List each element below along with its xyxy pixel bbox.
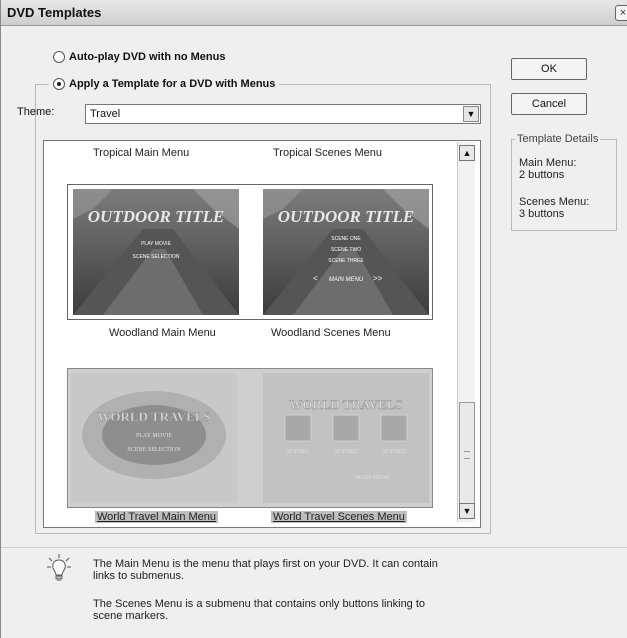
scroll-down-icon[interactable]: ▼	[459, 503, 475, 519]
template-label-woodland-scenes[interactable]: Woodland Scenes Menu	[271, 327, 391, 339]
thumb-title: OUTDOOR TITLE	[88, 207, 224, 226]
thumb-button: SCENE1	[287, 449, 309, 455]
main-menu-label: Main Menu:	[519, 157, 577, 169]
radio-auto-play[interactable]: Auto-play DVD with no Menus	[53, 49, 225, 65]
cancel-button[interactable]: Cancel	[511, 93, 587, 115]
template-label-tropical-scenes[interactable]: Tropical Scenes Menu	[273, 147, 382, 159]
radio-label-auto-play: Auto-play DVD with no Menus	[69, 51, 226, 63]
template-details-legend: Template Details	[515, 133, 601, 145]
thumb-button: PLAY MOVIE	[136, 433, 172, 439]
thumb-nav: MAIN MENU	[329, 277, 364, 283]
world-travel-scenes-thumbnail[interactable]: WORLD TRAVELS SCENE1 SCENE2 SCENE3 MAIN …	[263, 373, 429, 503]
theme-dropdown[interactable]: Travel ▼	[85, 104, 481, 124]
divider	[1, 547, 627, 548]
template-label-woodland-main[interactable]: Woodland Main Menu	[109, 327, 216, 339]
thumb-button: SCENE ONE	[331, 236, 361, 242]
radio-label-apply-template: Apply a Template for a DVD with Menus	[69, 78, 276, 90]
scenes-menu-label: Scenes Menu:	[519, 196, 590, 208]
dropdown-arrow-icon[interactable]: ▼	[463, 106, 479, 122]
main-menu-value: 2 buttons	[519, 169, 565, 181]
scenes-menu-value: 3 buttons	[519, 208, 565, 220]
template-label-tropical-main[interactable]: Tropical Main Menu	[93, 147, 189, 159]
window-title: DVD Templates	[7, 5, 102, 20]
chevron-left-icon: <	[313, 274, 318, 283]
thumb-button: SCENE THREE	[328, 258, 364, 264]
theme-value: Travel	[90, 108, 121, 120]
radio-button-selected[interactable]	[53, 78, 65, 90]
thumb-button: PLAY MOVIE	[141, 241, 171, 247]
thumb-button: SCENE TWO	[331, 247, 361, 253]
thumb-button: SCENE SELECTION	[127, 447, 181, 453]
ok-button[interactable]: OK	[511, 58, 587, 80]
scroll-thumb[interactable]	[459, 402, 475, 508]
radio-button[interactable]	[53, 51, 65, 63]
radio-apply-template[interactable]: Apply a Template for a DVD with Menus	[49, 76, 280, 92]
world-travel-main-thumbnail[interactable]: WORLD TRAVELS PLAY MOVIE SCENE SELECTION	[71, 373, 237, 503]
woodland-scenes-thumbnail[interactable]: OUTDOOR TITLE SCENE ONE SCENE TWO SCENE …	[263, 189, 429, 315]
thumb-button: SCENE2	[335, 449, 357, 455]
thumb-button: SCENE3	[383, 449, 405, 455]
theme-label: Theme:	[17, 106, 55, 118]
thumb-title: WORLD TRAVELS	[97, 409, 210, 424]
hint-line: links to submenus.	[93, 570, 185, 582]
chevron-right-icon: >>	[373, 274, 383, 283]
thumb-title: OUTDOOR TITLE	[278, 207, 414, 226]
hint-line: The Main Menu is the menu that plays fir…	[93, 558, 438, 570]
thumb-nav: MAIN MENU	[355, 475, 391, 481]
list-scrollbar[interactable]: ▲ ▼	[457, 142, 475, 522]
title-bar: DVD Templates ×	[1, 0, 627, 26]
woodland-main-thumbnail[interactable]: OUTDOOR TITLE PLAY MOVIE SCENE SELECTION	[73, 189, 239, 315]
lightbulb-icon	[47, 554, 71, 581]
template-label-world-travel-main[interactable]: World Travel Main Menu	[95, 511, 219, 523]
hint-line: The Scenes Menu is a submenu that contai…	[93, 598, 426, 610]
template-label-world-travel-scenes[interactable]: World Travel Scenes Menu	[271, 511, 407, 523]
hint-line: scene markers.	[93, 610, 169, 622]
scroll-up-icon[interactable]: ▲	[459, 145, 475, 161]
close-icon[interactable]: ×	[615, 5, 627, 21]
dvd-templates-dialog: DVD Templates × Auto-play DVD with no Me…	[0, 0, 627, 638]
thumb-button: SCENE SELECTION	[133, 254, 180, 260]
thumb-title: WORLD TRAVELS	[289, 397, 402, 412]
